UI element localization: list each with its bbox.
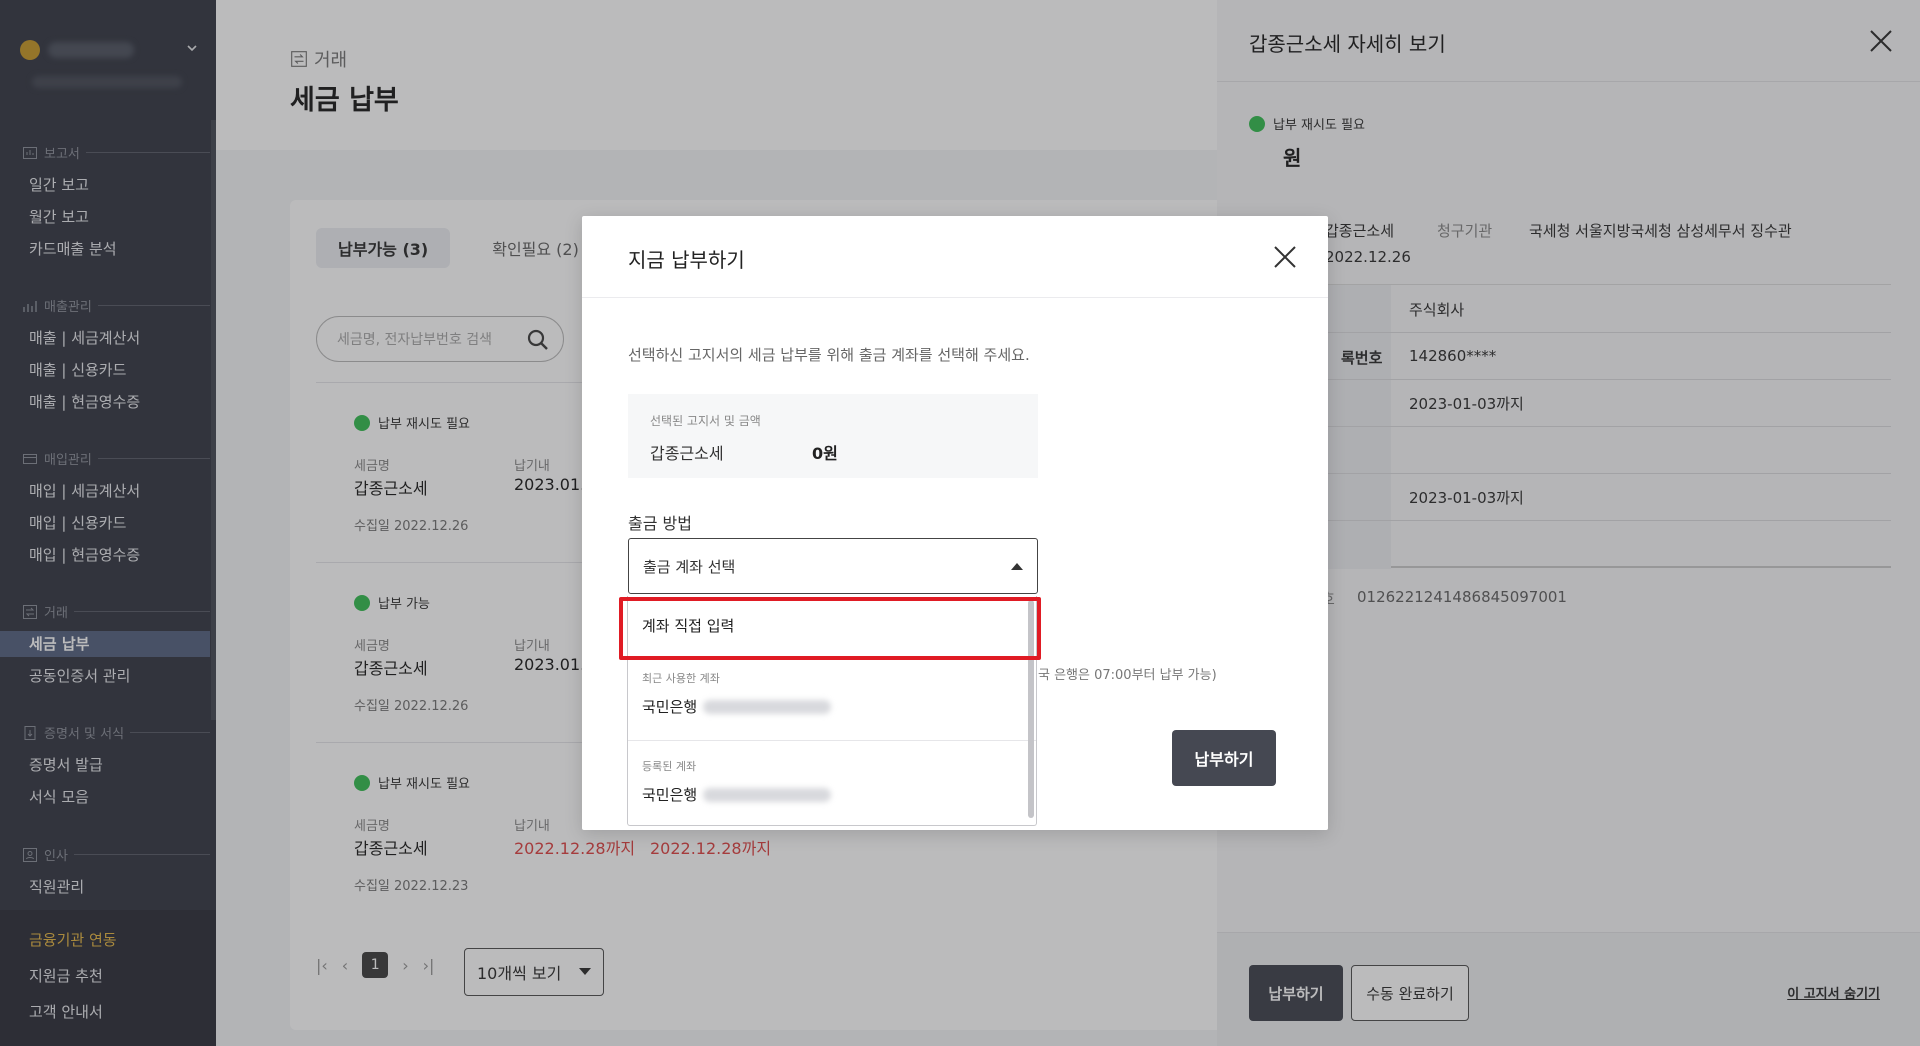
selected-tax-name: 갑종근소세 [650,444,724,463]
highlight-box [619,597,1041,660]
modal-pay-button[interactable]: 납부하기 [1172,730,1276,786]
masked-account-number [703,787,832,802]
recent-accounts-caption: 최근 사용한 계좌 [642,672,720,685]
close-icon[interactable] [1272,244,1298,270]
registered-account-option[interactable]: 국민은행 [642,784,832,805]
modal-title: 지금 납부하기 [628,248,745,272]
method-label: 출금 방법 [628,514,692,533]
selected-notice-box: 선택된 고지서 및 금액 갑종근소세 0원 [628,394,1038,478]
modal-description: 선택하신 고지서의 세금 납부를 위해 출금 계좌를 선택해 주세요. [628,346,1030,364]
recent-account-option[interactable]: 국민은행 [642,696,832,717]
caret-up-icon [1011,562,1023,570]
selected-amount: 0원 [812,444,838,463]
modal-header: 지금 납부하기 [582,216,1328,298]
registered-accounts-caption: 등록된 계좌 [642,760,697,773]
selected-caption: 선택된 고지서 및 금액 [650,414,761,428]
bank-hours-note: 국 은행은 07:00부터 납부 가능) [1038,668,1217,683]
masked-account-number [703,699,832,714]
account-select[interactable]: 출금 계좌 선택 [628,538,1038,594]
